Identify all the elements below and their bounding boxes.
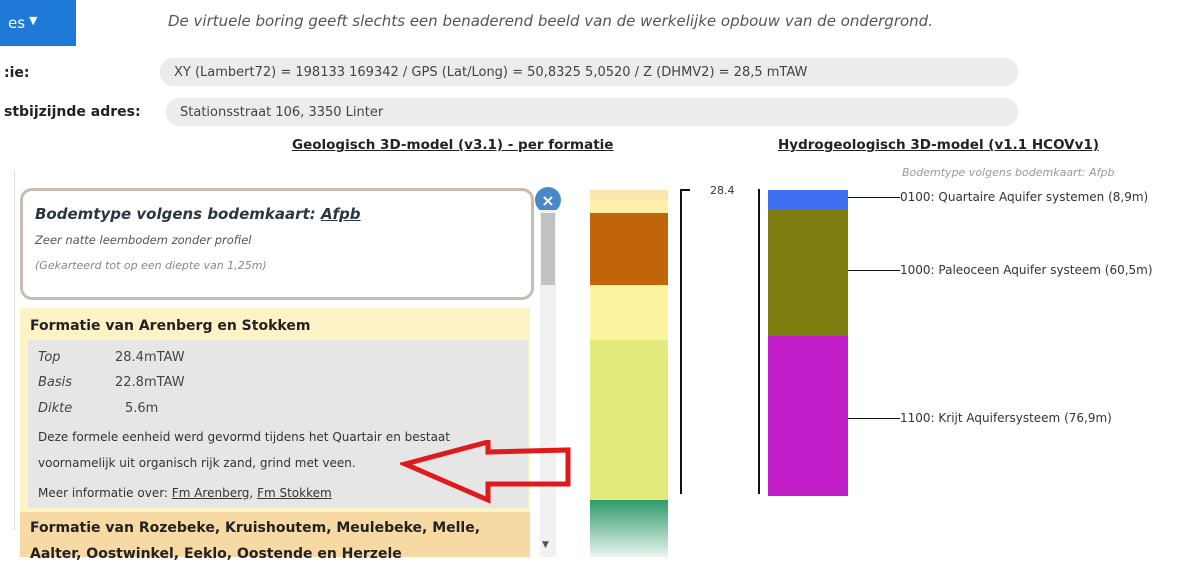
location-field: XY (Lambert72) = 198133 169342 / GPS (La…	[160, 58, 1018, 86]
view-dropdown-button[interactable]: es ▼	[0, 0, 76, 46]
disclaimer-text: De virtuele boring geeft slechts een ben…	[168, 12, 933, 30]
soil-type-depth: (Gekarteerd tot op een diepte van 1,25m)	[35, 259, 267, 272]
formation-title: Formatie van Arenberg en Stokkem	[30, 318, 311, 334]
basis-value: 22.8mTAW	[115, 375, 185, 390]
view-dropdown-label: es	[8, 14, 26, 32]
soil-type-title: Bodemtype volgens bodemkaart: Afpb	[35, 205, 519, 223]
geo-layer-orange[interactable]	[590, 213, 668, 285]
location-label: :ie:	[4, 65, 30, 81]
geo-layer-pale-yellow[interactable]	[590, 285, 668, 340]
geo-model-title[interactable]: Geologisch 3D-model (v3.1) - per formati…	[292, 137, 613, 153]
hydro-label-0100: 0100: Quartaire Aquifer systemen (8,9m)	[900, 190, 1149, 204]
soil-type-box: Bodemtype volgens bodemkaart: Afpb Zeer …	[20, 188, 534, 300]
annotation-arrow-icon	[400, 440, 571, 504]
depth-scale-line	[680, 189, 682, 494]
formation-description-line2: voornamelijk uit organisch rijk zand, gr…	[38, 456, 356, 470]
link-fm-stokkem[interactable]: Fm Stokkem	[257, 486, 332, 500]
hydro-leader-0100	[848, 197, 900, 198]
hydro-unit-0100[interactable]	[768, 190, 848, 210]
geo-layer-green[interactable]	[590, 500, 668, 557]
geo-layer-top[interactable]	[590, 190, 668, 200]
soil-type-title-prefix: Bodemtype volgens bodemkaart:	[35, 205, 316, 223]
hydro-scale-line	[758, 189, 760, 494]
hydro-unit-1000[interactable]	[768, 210, 848, 336]
hydro-soil-note: Bodemtype volgens bodemkaart: Afpb	[902, 166, 1115, 179]
hydro-label-1000: 1000: Paleoceen Aquifer systeem (60,5m)	[900, 263, 1153, 277]
chevron-down-icon: ▼	[29, 13, 38, 27]
formation2-title-line2: Aalter, Oostwinkel, Eeklo, Oostende en H…	[30, 546, 402, 562]
link-separator: ,	[249, 486, 254, 500]
hydro-leader-1000	[848, 270, 900, 271]
geo-layer-quartair[interactable]	[590, 200, 668, 213]
scroll-down-arrow-icon[interactable]: ▼	[542, 540, 549, 550]
dikte-value: 5.6m	[125, 401, 159, 416]
soil-type-description: Zeer natte leembodem zonder profiel	[35, 233, 252, 247]
hydro-unit-1100[interactable]	[768, 336, 848, 496]
more-info-prefix: Meer informatie over:	[38, 486, 168, 500]
hydro-leader-1100	[848, 418, 900, 419]
address-field: Stationsstraat 106, 3350 Linter	[166, 98, 1018, 126]
dikte-key: Dikte	[38, 401, 73, 416]
more-info-line: Meer informatie over: Fm Arenberg, Fm St…	[38, 486, 332, 500]
top-value: 28.4mTAW	[115, 350, 185, 365]
left-panel-edge	[0, 170, 15, 530]
depth-top-label: 28.4	[710, 184, 735, 197]
depth-scale-tick	[680, 189, 690, 191]
formation2-title-line1: Formatie van Rozebeke, Kruishoutem, Meul…	[30, 520, 481, 536]
hydro-label-1100: 1100: Krijt Aquifersysteem (76,9m)	[900, 411, 1112, 425]
geo-layer-yellow-green[interactable]	[590, 340, 668, 500]
top-key: Top	[38, 350, 61, 365]
basis-key: Basis	[38, 375, 73, 390]
soil-type-code-link[interactable]: Afpb	[321, 205, 361, 223]
address-label: stbijzijnde adres:	[4, 104, 141, 120]
link-fm-arenberg[interactable]: Fm Arenberg	[172, 486, 250, 500]
hydro-model-title[interactable]: Hydrogeologisch 3D-model (v1.1 HCOVv1)	[778, 137, 1099, 153]
popup-scrollbar-thumb[interactable]	[541, 213, 555, 285]
formation-description-line1: Deze formele eenheid werd gevormd tijden…	[38, 430, 450, 444]
